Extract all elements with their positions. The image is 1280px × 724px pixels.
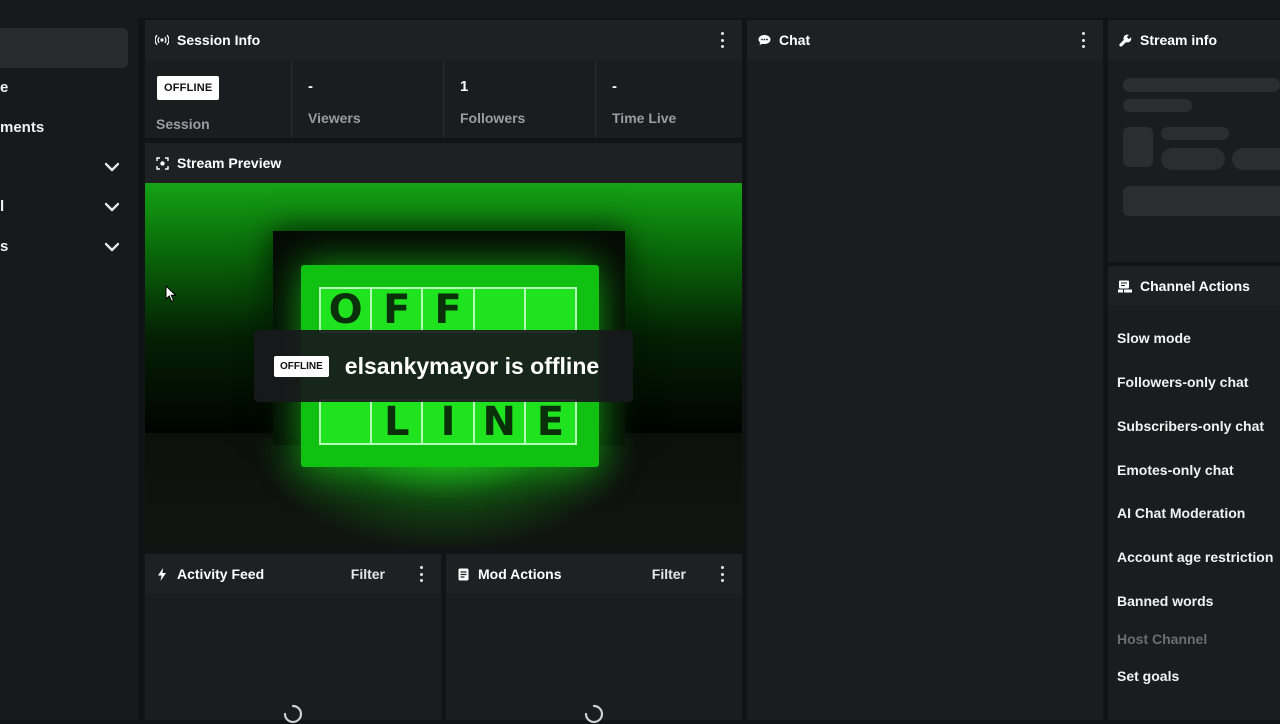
ai-chat-moderation-button[interactable]: AI Chat Moderation [1117,505,1245,521]
chevron-down-icon[interactable] [104,239,120,255]
sign-letter: L [372,399,424,445]
channel-actions-panel: Channel Actions Slow mode Followers-only… [1108,266,1280,720]
slow-mode-button[interactable]: Slow mode [1117,330,1191,346]
sign-letter: O [321,287,373,333]
lightning-icon [155,567,169,581]
followers-only-chat-button[interactable]: Followers-only chat [1117,374,1248,390]
activity-feed-header: Activity Feed [145,554,441,594]
loading-skeleton [1123,78,1280,92]
viewers-value: - [308,78,313,95]
stream-info-title: Stream info [1140,32,1218,48]
viewers-label: Viewers [308,110,361,126]
loading-skeleton [1232,148,1280,170]
more-options-icon[interactable] [720,32,724,48]
top-bar [0,0,1280,18]
stream-info-header: Stream info [1108,20,1280,60]
emotes-only-chat-button[interactable]: Emotes-only chat [1117,462,1234,478]
mod-actions-panel: Mod Actions Filter [446,554,742,724]
sign-letter: F [372,287,424,333]
status-badge: OFFLINE [157,76,220,100]
loading-spinner-icon [584,704,604,724]
more-options-icon[interactable] [1081,32,1085,48]
filter-button[interactable]: Filter [351,554,385,594]
mouse-cursor-icon [165,285,177,303]
stream-preview-panel: Stream Preview O F F L I N E OFFLINE els… [145,143,742,548]
loading-skeleton [1161,148,1225,170]
more-options-icon[interactable] [419,566,423,582]
status-badge: OFFLINE [274,355,329,377]
session-info-panel: Session Info OFFLINE Session - Viewers 1… [145,20,742,138]
subscribers-only-chat-button[interactable]: Subscribers-only chat [1117,418,1264,434]
screen-capture-icon [155,156,169,170]
more-options-icon[interactable] [720,566,724,582]
sidebar-item-label[interactable]: l [0,198,4,215]
wrench-icon [1118,33,1132,47]
sidebar-item-active[interactable] [0,28,128,68]
document-icon [456,567,470,581]
time-live-value: - [612,78,617,95]
chat-title: Chat [779,32,811,48]
chat-header: Chat [747,20,1103,60]
loading-skeleton [1123,99,1192,112]
stream-preview-title: Stream Preview [177,155,282,171]
sidebar: e ments l s [0,18,138,720]
host-channel-button: Host Channel [1117,631,1208,647]
sign-top-row: O F F [319,287,577,333]
activity-feed-title: Activity Feed [177,566,265,582]
banned-words-button[interactable]: Banned words [1117,593,1213,609]
sign-letter: E [525,399,576,445]
sidebar-item-label[interactable]: ments [0,119,44,136]
sign-letter: F [423,287,475,333]
sign-letter: N [474,399,526,445]
broadcast-icon [155,33,169,47]
session-info-header: Session Info [145,20,742,60]
chat-bubble-icon [757,33,771,47]
loading-skeleton [1161,127,1229,140]
channel-actions-icon [1118,279,1132,293]
sidebar-item-label[interactable]: e [0,79,8,96]
stream-preview-header: Stream Preview [145,143,742,183]
chat-panel: Chat [747,20,1103,720]
chevron-down-icon[interactable] [104,159,120,175]
channel-actions-header: Channel Actions [1108,266,1280,306]
account-age-restriction-button[interactable]: Account age restriction [1117,549,1273,565]
activity-feed-panel: Activity Feed Filter [145,554,441,724]
loading-skeleton [1123,186,1280,216]
set-goals-button[interactable]: Set goals [1117,668,1179,684]
mod-actions-title: Mod Actions [478,566,562,582]
stream-info-panel: Stream info [1108,20,1280,262]
session-info-title: Session Info [177,32,261,48]
offline-banner-image: O F F L I N E OFFLINE elsankymayor is of… [145,183,742,548]
followers-value: 1 [460,78,469,95]
session-label: Session [156,116,210,132]
chevron-down-icon[interactable] [104,199,120,215]
followers-label: Followers [460,110,526,126]
loading-spinner-icon [283,704,303,724]
sidebar-item-label[interactable]: s [0,238,8,255]
mod-actions-header: Mod Actions [446,554,742,594]
loading-skeleton [1123,127,1153,167]
offline-overlay: OFFLINE elsankymayor is offline [254,330,633,402]
time-live-label: Time Live [612,110,677,126]
offline-message: elsankymayor is offline [344,352,600,379]
sign-bottom-row: L I N E [319,399,577,445]
sign-letter: I [423,399,475,445]
channel-actions-title: Channel Actions [1140,278,1250,294]
filter-button[interactable]: Filter [652,554,686,594]
